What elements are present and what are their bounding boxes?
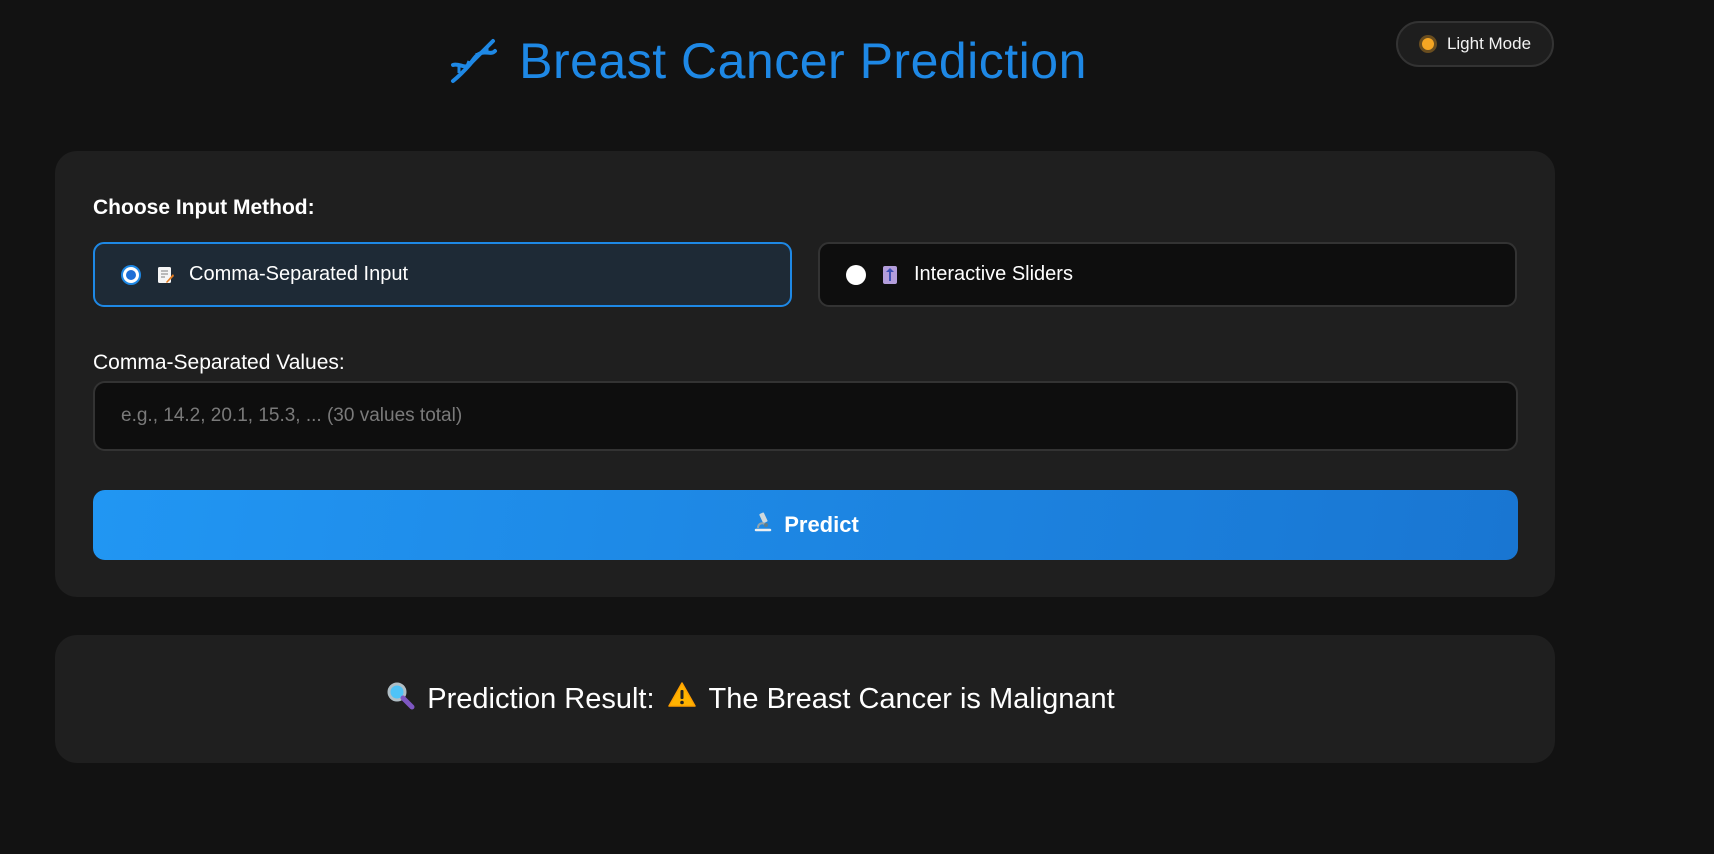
result-label: Prediction Result: xyxy=(427,682,655,715)
values-input[interactable] xyxy=(93,381,1518,451)
predict-label: Predict xyxy=(784,512,859,537)
option-interactive-sliders[interactable]: Interactive Sliders xyxy=(818,242,1517,307)
memo-icon xyxy=(155,265,175,285)
input-method-label: Choose Input Method: xyxy=(93,196,315,219)
page-title: Breast Cancer Prediction xyxy=(519,33,1087,89)
magnifier-icon xyxy=(385,680,415,718)
option-label: Comma-Separated Input xyxy=(189,263,409,285)
result-text: The Breast Cancer is Malignant xyxy=(708,682,1115,715)
values-label: Comma-Separated Values: xyxy=(93,351,345,374)
page-header: Breast Cancer Prediction xyxy=(0,26,1624,96)
microscope-icon xyxy=(752,511,774,539)
dna-icon xyxy=(447,35,499,87)
option-comma-separated[interactable]: Comma-Separated Input xyxy=(93,242,792,307)
input-card: Choose Input Method: Comma-Separated Inp… xyxy=(55,151,1555,597)
result-card: Prediction Result: The Breast Cancer is … xyxy=(55,635,1555,763)
warning-icon xyxy=(667,680,697,718)
radio-comma-separated[interactable] xyxy=(121,264,141,285)
input-method-options: Comma-Separated Input Interactive Slider… xyxy=(93,242,1517,307)
slider-icon xyxy=(880,265,900,285)
option-label: Interactive Sliders xyxy=(914,263,1073,285)
predict-button[interactable]: Predict xyxy=(93,490,1518,560)
radio-interactive-sliders[interactable] xyxy=(846,264,866,285)
prediction-result: Prediction Result: The Breast Cancer is … xyxy=(385,680,1115,718)
